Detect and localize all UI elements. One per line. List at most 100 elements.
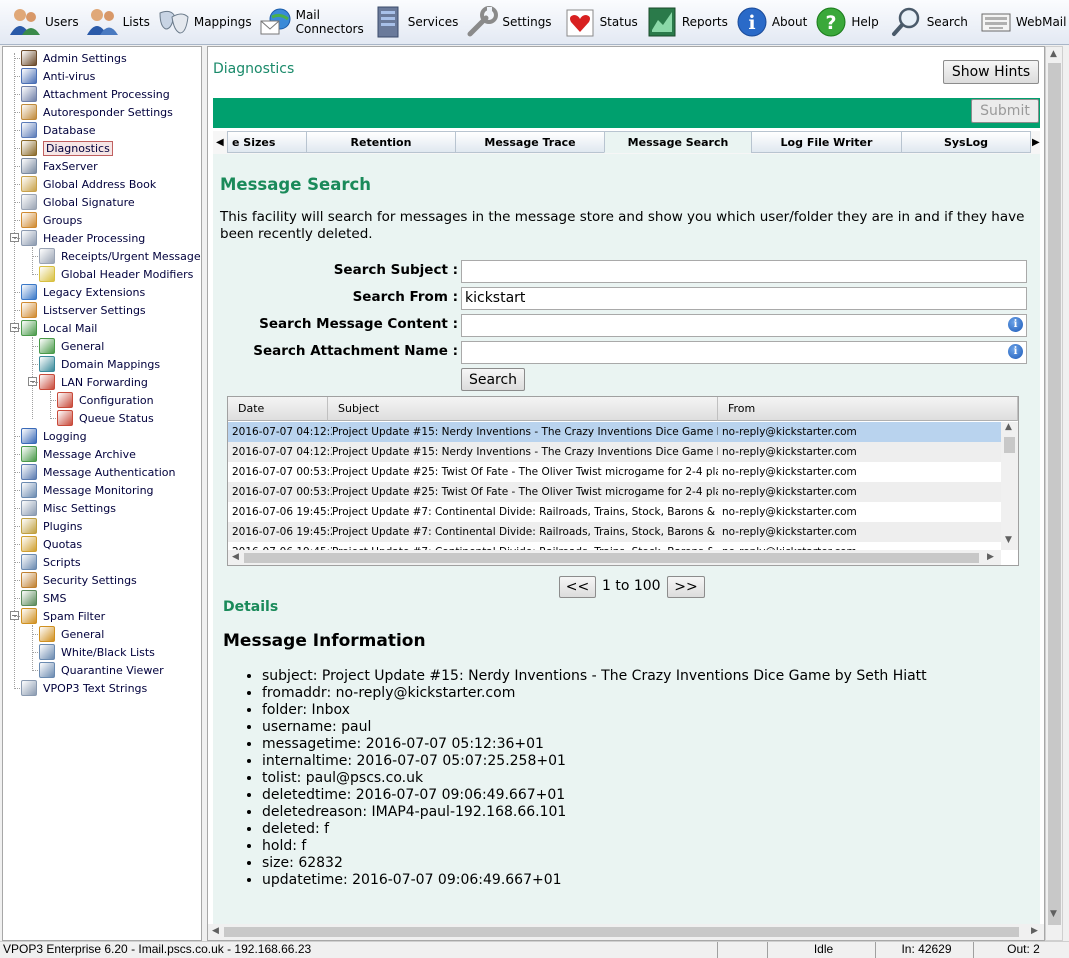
grid-scroll-up-icon[interactable]: ▲ [1005,422,1012,432]
sidebar-item-admin-settings[interactable]: Admin Settings [21,49,127,67]
sidebar-item-anti-virus[interactable]: Anti-virus [21,67,95,85]
scroll-left-icon[interactable]: ◀ [212,926,219,936]
table-row[interactable]: 2016-07-07 04:12:3 Project Update #15: Ne… [228,442,1001,462]
previous-page-button[interactable]: << [559,576,596,598]
tab-message-search[interactable]: Message Search [604,131,752,153]
column-header-subject[interactable]: Subject [328,397,718,421]
search-subject-input[interactable] [461,260,1027,283]
sidebar-item-global-header-modifiers[interactable]: Global Header Modifiers [39,265,193,283]
question-icon: ? [815,6,847,38]
tab-log-file-writer[interactable]: Log File Writer [751,131,902,153]
page-title: Diagnostics [213,61,295,77]
about-button[interactable]: i About [733,2,812,42]
search-submit-button[interactable]: Search [461,368,525,391]
services-button[interactable]: Services [369,2,464,42]
tab-label: Message Trace [484,135,576,149]
reports-button[interactable]: Reports [643,2,733,42]
next-page-button[interactable]: >> [667,576,705,598]
sidebar-item-autoresponder-settings[interactable]: Autoresponder Settings [21,103,173,121]
sidebar-item-label: Quotas [43,537,83,551]
tab-retention[interactable]: Retention [306,131,456,153]
sidebar-item-vpop3-text-strings[interactable]: VPOP3 Text Strings [21,679,147,697]
sidebar-item-spam-filter[interactable]: Spam Filter [21,607,105,625]
grid-hscroll-thumb[interactable] [244,553,979,563]
table-row[interactable]: 2016-07-07 00:53:3 Project Update #25: Tw… [228,482,1001,502]
sidebar-item-domain-mappings[interactable]: Domain Mappings [39,355,160,373]
sidebar-item-quarantine-viewer[interactable]: Quarantine Viewer [39,661,164,679]
table-row[interactable]: 2016-07-07 00:53:3 Project Update #25: Tw… [228,462,1001,482]
submit-bar [213,98,1040,128]
sidebar-item-plugins[interactable]: Plugins [21,517,82,535]
grid-scroll-down-icon[interactable]: ▼ [1005,535,1012,545]
grid-vertical-scrollbar[interactable]: ▲ ▼ [1001,422,1018,550]
mail-connectors-button[interactable]: Mail Connectors [257,2,369,42]
content-hint-info-icon[interactable]: i [1008,317,1023,332]
lists-button[interactable]: Lists [84,2,155,42]
sidebar-item-message-archive[interactable]: Message Archive [21,445,136,463]
sidebar-item-white-black-lists[interactable]: White/Black Lists [39,643,155,661]
sidebar-item-lan-forwarding[interactable]: LAN Forwarding [39,373,148,391]
main-hscroll-thumb[interactable] [224,927,1019,937]
sidebar-item-scripts[interactable]: Scripts [21,553,81,571]
sidebar-item-listserver-settings[interactable]: Listserver Settings [21,301,146,319]
grid-vscroll-thumb[interactable] [1004,437,1015,453]
table-row[interactable]: 2016-07-06 19:45:2Project Update #7: Con… [228,522,1001,542]
tab-message-sizes[interactable]: e Sizes [227,131,307,153]
sidebar-item-local-mail[interactable]: Local Mail [21,319,97,337]
submit-button[interactable]: Submit [971,99,1039,123]
grid-scroll-right-icon[interactable]: ▶ [987,552,994,562]
sidebar-item-sms[interactable]: SMS [21,589,66,607]
help-button[interactable]: ? Help [812,2,883,42]
sidebar-item-message-monitoring[interactable]: Message Monitoring [21,481,154,499]
sidebar-item-legacy-extensions[interactable]: Legacy Extensions [21,283,145,301]
grid-scroll-left-icon[interactable]: ◀ [232,552,239,562]
scroll-down-icon[interactable]: ▼ [1050,909,1057,919]
search-content-input[interactable] [461,314,1027,337]
status-button[interactable]: Status [561,2,643,42]
mappings-button[interactable]: Mappings [155,2,257,42]
main-vertical-scrollbar[interactable]: ▲ ▼ [1045,46,1063,941]
users-button[interactable]: Users [6,2,84,42]
sidebar-item-faxserver[interactable]: FaxServer [21,157,98,175]
sidebar-item-receipts-urgent-messages[interactable]: Receipts/Urgent Messages [39,247,201,265]
table-row[interactable]: 2016-07-06 19:45:2Project Update #7: Con… [228,502,1001,522]
sidebar-item-security-settings[interactable]: Security Settings [21,571,137,589]
sidebar-item-global-signature[interactable]: Global Signature [21,193,135,211]
show-hints-button[interactable]: Show Hints [943,60,1039,84]
sidebar-item-header-processing[interactable]: Header Processing [21,229,145,247]
sidebar-item-message-authentication[interactable]: Message Authentication [21,463,175,481]
scroll-right-icon[interactable]: ▶ [1031,926,1038,936]
sidebar-item-attachment-processing[interactable]: Attachment Processing [21,85,170,103]
grid-horizontal-scrollbar[interactable]: ◀ ▶ [228,550,1001,565]
main-horizontal-scrollbar[interactable]: ◀ ▶ [208,924,1044,940]
search-attachment-input[interactable] [461,341,1027,364]
sidebar-item-queue-status[interactable]: Queue Status [57,409,154,427]
attachment-hint-info-icon[interactable]: i [1008,344,1023,359]
column-header-from[interactable]: From [718,397,1018,421]
search-from-label: Search From : [352,289,458,305]
tab-message-trace[interactable]: Message Trace [455,131,605,153]
tab-scroll-left-icon[interactable]: ◀ [216,137,224,148]
sidebar-item-configuration[interactable]: Configuration [57,391,154,409]
sidebar-item-logging[interactable]: Logging [21,427,87,445]
sidebar-item-misc-settings[interactable]: Misc Settings [21,499,116,517]
sidebar-item-database[interactable]: Database [21,121,96,139]
sidebar-item-groups[interactable]: Groups [21,211,82,229]
scroll-up-icon[interactable]: ▲ [1050,49,1057,59]
sidebar-item-global-address-book[interactable]: Global Address Book [21,175,156,193]
settings-button[interactable]: Settings [463,2,556,42]
column-header-date[interactable]: Date [228,397,328,421]
webmail-button[interactable]: WebMail [977,2,1069,42]
tab-syslog[interactable]: SysLog [901,131,1031,153]
sidebar-item-quotas[interactable]: Quotas [21,535,82,553]
table-row[interactable]: 2016-07-07 04:12:3 Project Update #15: Ne… [228,422,1001,442]
users-icon [9,6,41,38]
search-button[interactable]: Search [888,2,973,42]
search-from-input[interactable]: kickstart [461,287,1027,310]
sidebar-item-general[interactable]: General [39,625,104,643]
sidebar-item-diagnostics[interactable]: Diagnostics [21,139,113,157]
sidebar-item-general[interactable]: General [39,337,104,355]
sidebar-item-label: Queue Status [79,411,154,425]
tab-scroll-right-icon[interactable]: ▶ [1032,137,1040,148]
main-vscroll-thumb[interactable] [1048,63,1061,925]
